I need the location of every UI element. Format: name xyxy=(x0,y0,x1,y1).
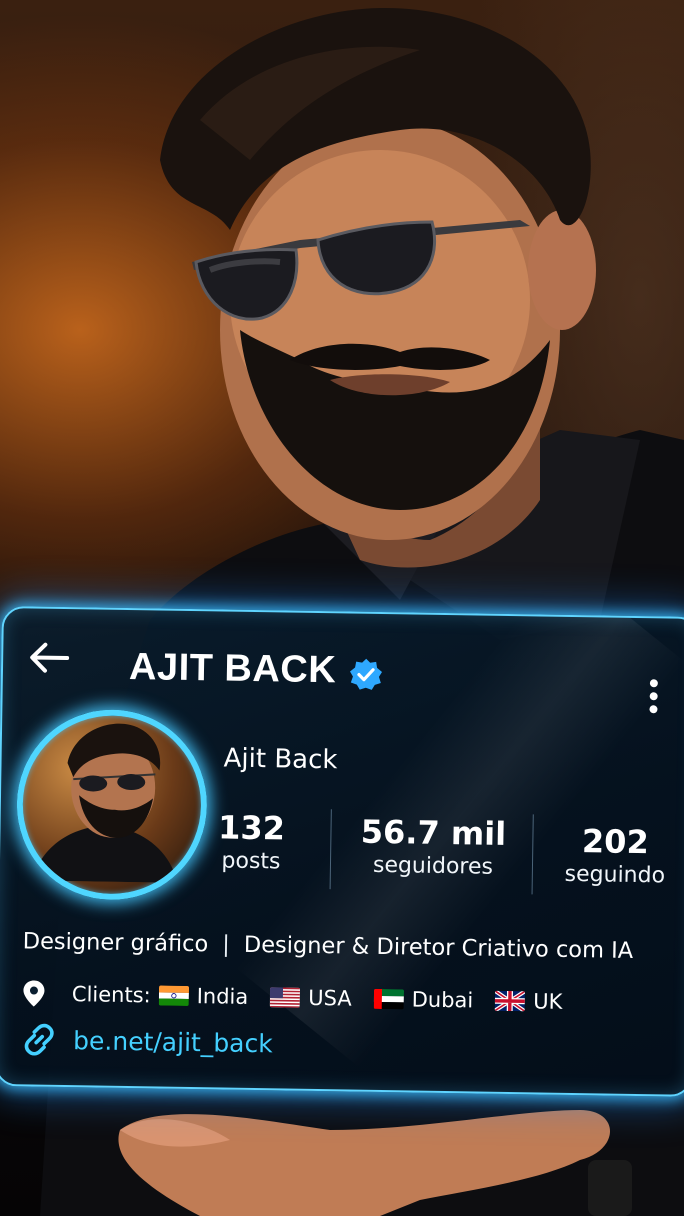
stat-posts-value: 132 xyxy=(217,808,286,848)
clients-label: Clients: xyxy=(71,982,151,1008)
location-pin-icon xyxy=(23,980,45,1007)
uk-flag-icon xyxy=(495,990,526,1012)
stats-divider xyxy=(531,814,534,895)
link-icon xyxy=(24,1023,54,1056)
profile-title: AJIT BACK xyxy=(128,646,337,692)
stat-following-label: seguindo xyxy=(564,861,666,889)
stat-posts[interactable]: 132 posts xyxy=(210,807,293,876)
bio-separator: | xyxy=(222,931,231,958)
uae-flag-icon xyxy=(373,988,404,1010)
profile-scene: AJIT BACK Ajit Back 132 posts 56.7 mil s… xyxy=(0,0,684,1216)
stat-followers-label: seguidores xyxy=(372,852,494,880)
client-usa: USA xyxy=(308,985,352,1011)
client-india: India xyxy=(196,984,249,1009)
bio: Designer gráfico | Designer & Diretor Cria… xyxy=(23,928,634,964)
india-flag-icon xyxy=(158,985,189,1006)
stat-following-value: 202 xyxy=(581,822,650,862)
client-dubai: Dubai xyxy=(411,987,474,1013)
website-link[interactable]: be.net/ajit_back xyxy=(21,1022,273,1060)
avatar-photo xyxy=(31,723,178,883)
stat-followers-value: 56.7 mil xyxy=(360,812,507,853)
website-url[interactable]: be.net/ajit_back xyxy=(73,1026,273,1058)
profile-card: AJIT BACK Ajit Back 132 posts 56.7 mil s… xyxy=(0,606,684,1097)
clients-row: Clients: India USA Dubai UK xyxy=(22,978,577,1017)
avatar[interactable] xyxy=(15,708,209,902)
stat-following[interactable]: 202 seguindo xyxy=(560,821,671,891)
bio-role: Designer gráfico xyxy=(22,928,209,958)
arrow-left-icon[interactable] xyxy=(27,640,70,675)
more-vertical-icon[interactable] xyxy=(648,678,659,714)
client-uk: UK xyxy=(533,989,563,1014)
usa-flag-icon xyxy=(270,987,301,1008)
stat-followers[interactable]: 56.7 mil seguidores xyxy=(358,812,509,882)
display-name: Ajit Back xyxy=(223,743,338,776)
stat-posts-label: posts xyxy=(221,848,281,875)
verified-badge-icon xyxy=(350,658,383,690)
